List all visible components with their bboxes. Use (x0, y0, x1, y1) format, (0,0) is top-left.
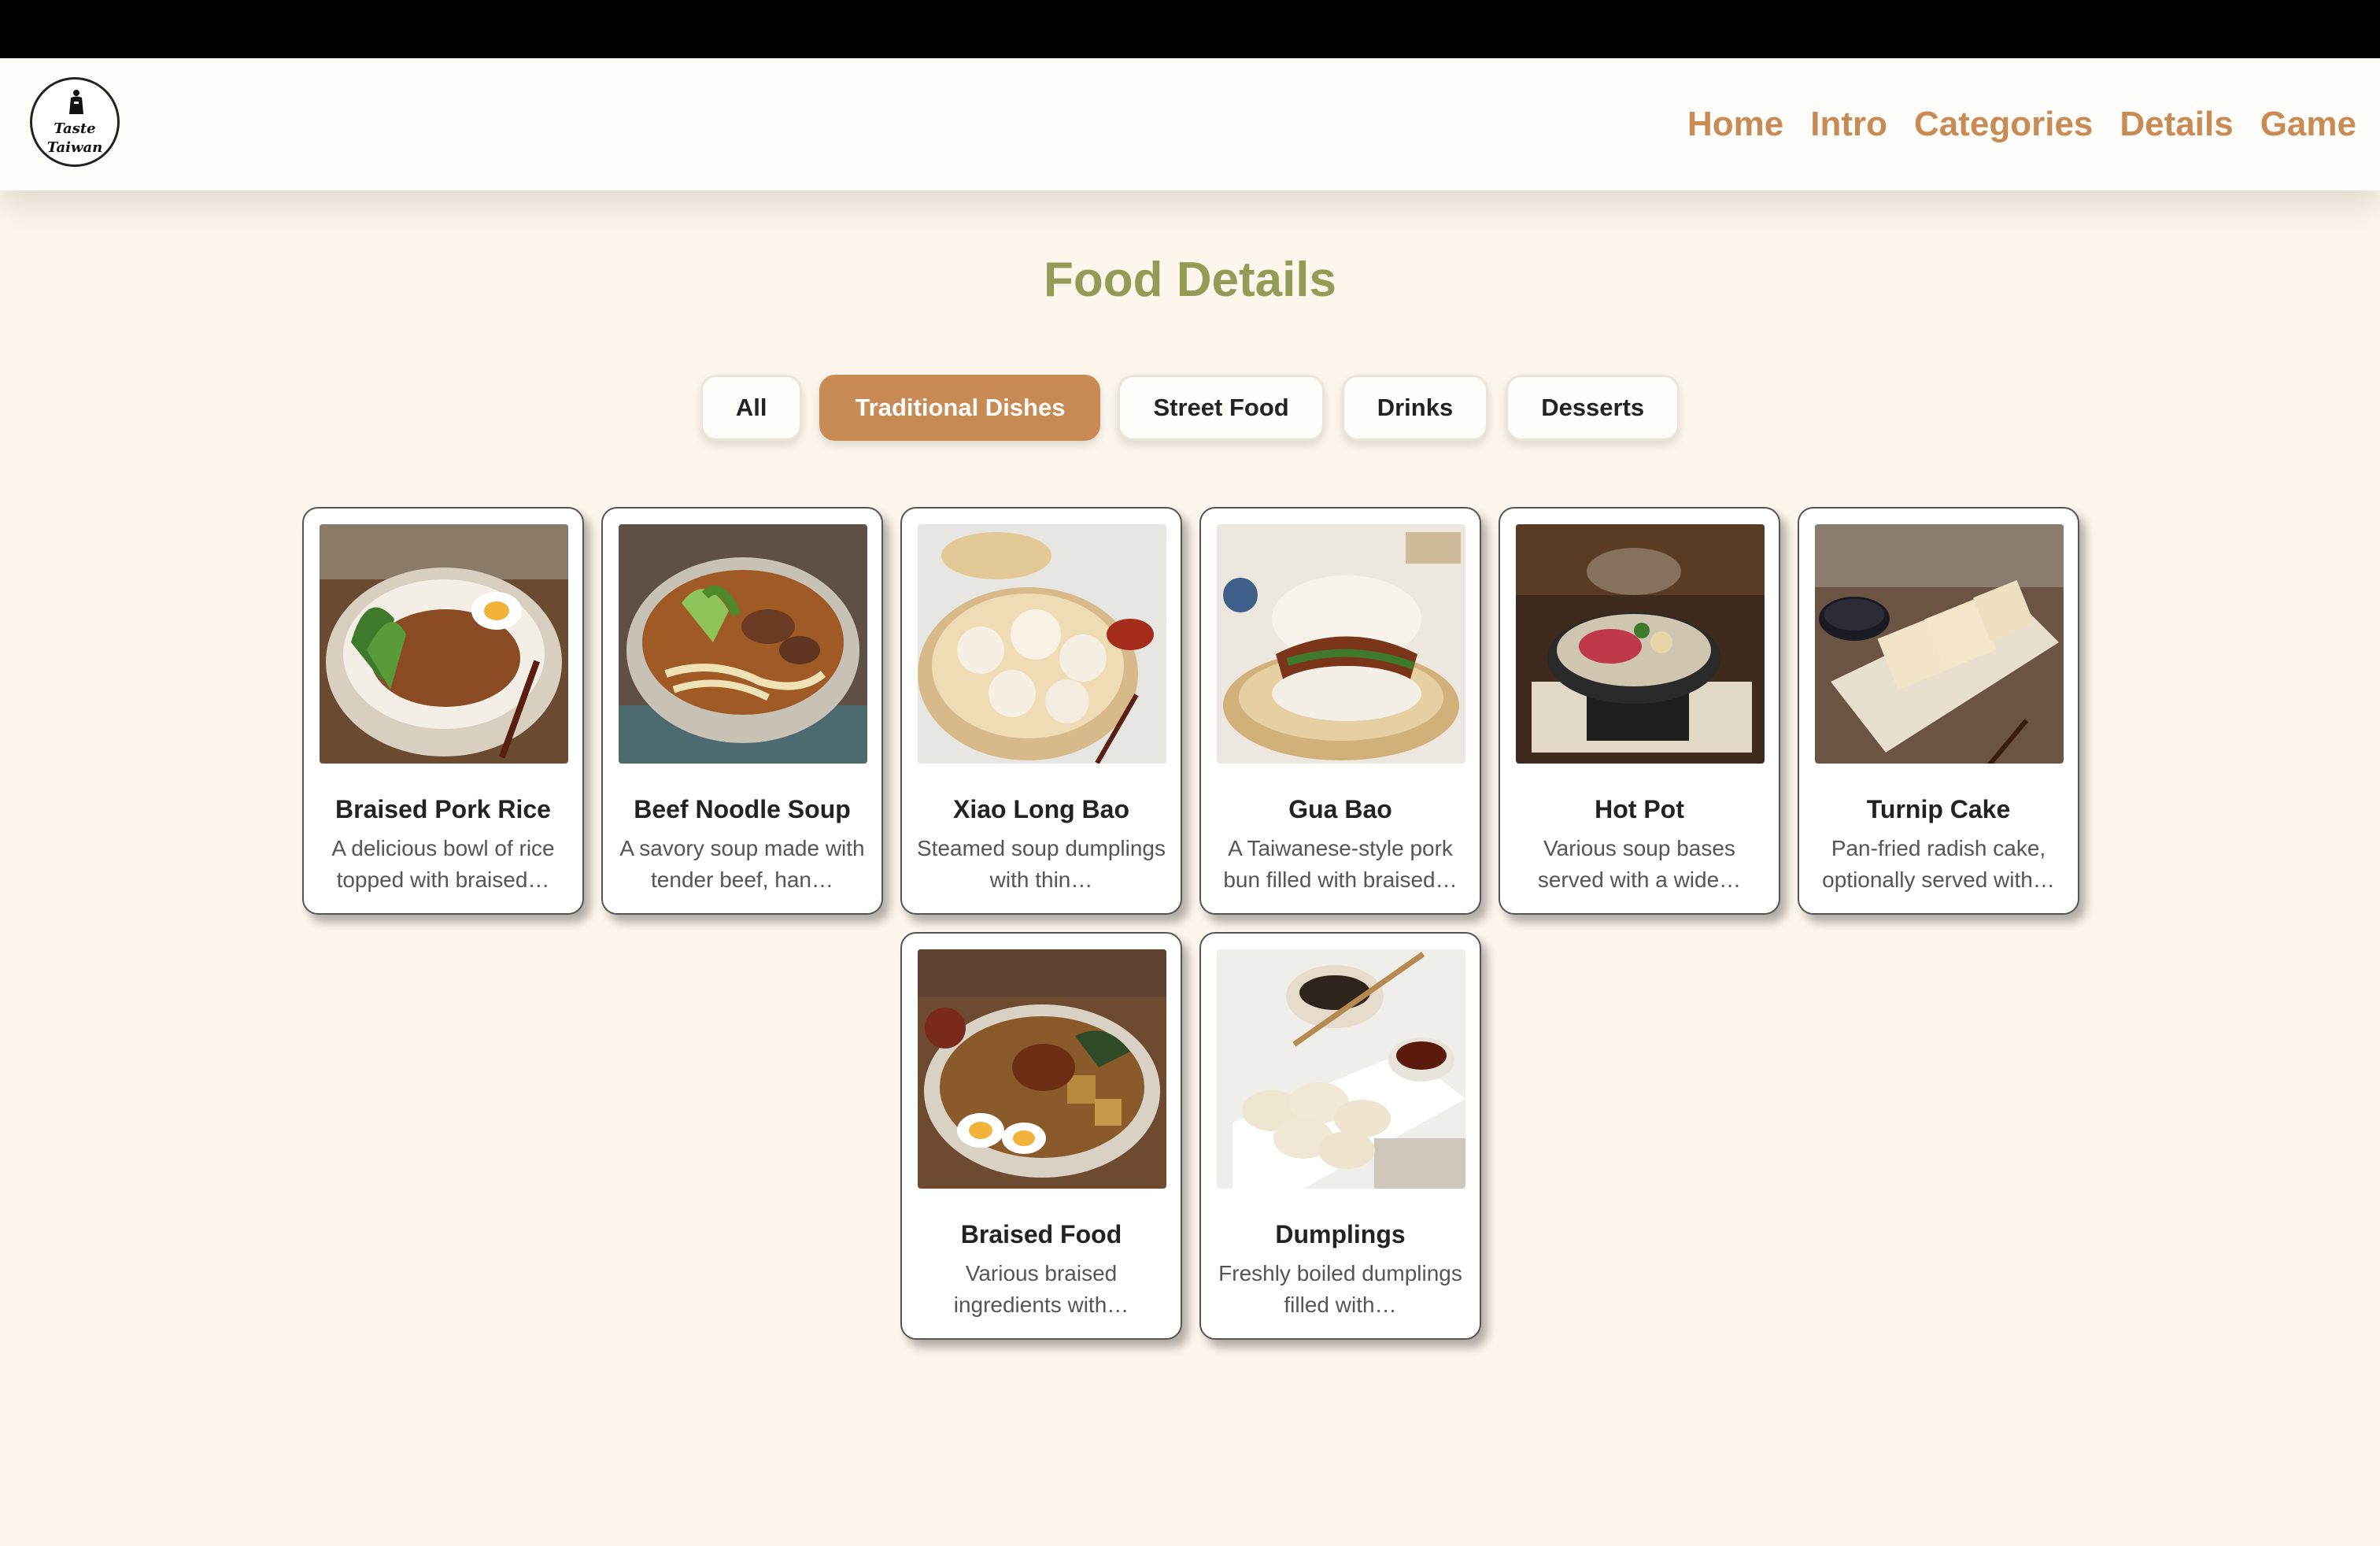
food-description: Various soup bases served with a wide… (1537, 836, 1742, 892)
xiao-long-bao-photo (918, 524, 1166, 764)
site-header: Taste Taiwan Home Intro Categories Detai… (0, 58, 2380, 190)
food-description: Steamed soup dumplings with thin… (917, 836, 1166, 892)
food-description: Pan-fried radish cake, optionally served… (1822, 836, 2055, 892)
beef-noodle-soup-photo (619, 524, 867, 764)
food-card[interactable]: Dumplings Freshly boiled dumplings fille… (1199, 932, 1481, 1340)
filter-traditional-dishes-button[interactable]: Traditional Dishes (819, 375, 1101, 441)
food-card[interactable]: Turnip Cake Pan-fried radish cake, optio… (1798, 507, 2079, 915)
food-name: Braised Pork Rice (335, 795, 551, 823)
food-name: Beef Noodle Soup (634, 795, 851, 823)
food-name: Turnip Cake (1866, 795, 2011, 823)
food-description: A delicious bowl of rice topped with bra… (331, 836, 555, 892)
food-card[interactable]: Beef Noodle Soup A savory soup made with… (601, 507, 883, 915)
food-card[interactable]: Xiao Long Bao Steamed soup dumplings wit… (900, 507, 1182, 915)
braised-food-photo (918, 949, 1166, 1189)
food-card[interactable]: Hot Pot Various soup bases served with a… (1499, 507, 1780, 915)
food-card[interactable]: Braised Pork Rice A delicious bowl of ri… (302, 507, 584, 915)
food-name: Xiao Long Bao (953, 795, 1129, 823)
food-name: Hot Pot (1595, 795, 1684, 823)
nav-categories-link[interactable]: Categories (1914, 107, 2093, 142)
window-top-bar (0, 0, 2380, 58)
filter-drinks-button[interactable]: Drinks (1341, 375, 1489, 441)
hot-pot-photo (1516, 524, 1765, 764)
filter-all-button[interactable]: All (700, 375, 803, 441)
nav-details-link[interactable]: Details (2119, 107, 2233, 142)
page-title: Food Details (1043, 253, 1337, 307)
main-nav: Home Intro Categories Details Game (1687, 107, 2356, 142)
nav-game-link[interactable]: Game (2260, 107, 2356, 142)
site-logo[interactable]: Taste Taiwan (30, 77, 120, 167)
logo-line-1: Taste (54, 120, 96, 137)
food-card[interactable]: Gua Bao A Taiwanese-style pork bun fille… (1199, 507, 1481, 915)
food-name: Gua Bao (1288, 795, 1392, 823)
food-description: A Taiwanese-style pork bun filled with b… (1223, 836, 1458, 892)
turnip-cake-photo (1815, 524, 2064, 764)
filter-street-food-button[interactable]: Street Food (1118, 375, 1325, 441)
dumplings-photo (1217, 949, 1465, 1189)
food-name: Dumplings (1275, 1220, 1406, 1248)
nav-home-link[interactable]: Home (1687, 107, 1783, 142)
food-description: A savory soup made with tender beef, han… (619, 836, 865, 892)
food-description: Various braised ingredients with… (953, 1261, 1129, 1317)
gua-bao-photo (1217, 524, 1465, 764)
food-name: Braised Food (960, 1220, 1122, 1248)
food-description: Freshly boiled dumplings filled with… (1218, 1261, 1462, 1317)
category-filter-bar: All Traditional Dishes Street Food Drink… (0, 375, 2380, 441)
person-logo-icon (69, 90, 83, 114)
logo-line-2: Taiwan (46, 139, 103, 156)
braised-pork-rice-photo (320, 524, 568, 764)
filter-desserts-button[interactable]: Desserts (1506, 375, 1680, 441)
food-card[interactable]: Braised Food Various braised ingredients… (900, 932, 1182, 1340)
nav-intro-link[interactable]: Intro (1810, 107, 1887, 142)
